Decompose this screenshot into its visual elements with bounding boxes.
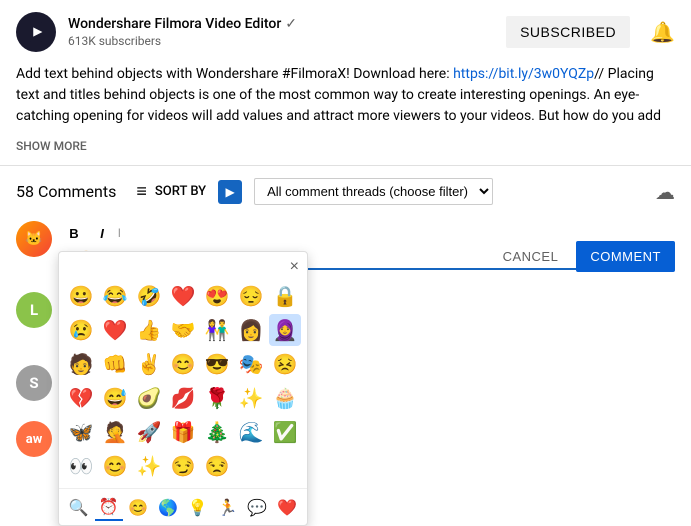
play-sort-icon: ▶ [218,180,242,204]
channel-name: Wondershare Filmora Video Editor ✓ [68,16,494,32]
emoji-item[interactable]: ❤️ [99,314,131,346]
emoji-item[interactable]: 🚀 [133,416,165,448]
emoji-item[interactable]: 🌹 [201,382,233,414]
emoji-item[interactable]: ✨ [235,382,267,414]
emoji-tab-activities[interactable]: 🏃 [214,493,242,521]
description-text-before: Add text behind objects with Wondershare… [16,66,453,82]
emoji-item[interactable]: 🔒 [269,280,301,312]
emoji-tab-search[interactable]: 🔍 [65,493,93,521]
emoji-item[interactable]: 👫 [201,314,233,346]
comment-number: 58 [16,182,34,201]
emoji-item[interactable]: 😊 [167,348,199,380]
channel-logo [16,12,56,52]
emoji-item[interactable]: 😏 [167,450,199,482]
emoji-item[interactable]: 😎 [201,348,233,380]
emoji-tab-smileys[interactable]: 😊 [125,493,153,521]
emoji-tab-symbols[interactable]: 💬 [244,493,272,521]
comment-filter-select[interactable]: All comment threads (choose filter) [254,178,493,205]
emoji-item[interactable]: 😅 [99,382,131,414]
italic-button[interactable]: I [90,221,114,245]
format-separator: | [118,228,120,239]
emoji-item[interactable]: 🧑 [65,348,97,380]
emoji-item[interactable]: 💔 [65,382,97,414]
avatar-image: 🐱 [25,231,42,247]
user-avatar: 🐱 [16,221,52,257]
emoji-item[interactable]: 👀 [65,450,97,482]
cloud-icon[interactable]: ☁ [655,180,675,204]
emoji-item-selected[interactable]: 🧕 [269,314,301,346]
sort-by-label: SORT BY [155,184,206,199]
emoji-tab-nature[interactable]: 🌎 [154,493,182,521]
emoji-item[interactable]: 🎁 [167,416,199,448]
emoji-item[interactable]: 👊 [99,348,131,380]
comment-count: 58 Comments [16,182,116,201]
emoji-picker: × 😀 😂 🤣 ❤️ 😍 😔 🔒 😢 ❤️ 👍 🤝 👫 👩 🧕 🧑 👊 ✌️ 😊… [58,251,308,526]
emoji-item[interactable]: 👩 [235,314,267,346]
emoji-item[interactable]: 💋 [167,382,199,414]
channel-header: Wondershare Filmora Video Editor ✓ 613K … [0,0,691,60]
verified-icon: ✓ [285,16,297,32]
emoji-item[interactable]: 😂 [99,280,131,312]
commenter-avatar-2: S [16,365,52,401]
description-link[interactable]: https://bit.ly/3w0YQZp [453,66,594,82]
comment-label: Comments [38,182,116,201]
emoji-item[interactable]: 😊 [99,450,131,482]
subscribe-button[interactable]: SUBSCRIBED [506,16,630,48]
emoji-item[interactable]: 😔 [235,280,267,312]
emoji-item[interactable]: 🥑 [133,382,165,414]
emoji-picker-close-button[interactable]: × [290,258,299,276]
emoji-item[interactable]: 🎄 [201,416,233,448]
emoji-item[interactable]: 😒 [201,450,233,482]
comment-submit-button[interactable]: COMMENT [576,241,675,272]
emoji-tab-flags[interactable]: ❤️ [273,493,301,521]
emoji-item[interactable]: 👍 [133,314,165,346]
emoji-tab-objects[interactable]: 💡 [184,493,212,521]
emoji-item[interactable]: 😍 [201,280,233,312]
bold-button[interactable]: B [62,221,86,245]
commenter-avatar-1: L [16,292,52,328]
comment-input-area: 🐱 B I | 🖤😊🐝💛 × 😀 😂 🤣 ❤️ 😍 😔 🔒 😢 ❤️ 👍 🤝 � [0,213,691,282]
commenter-avatar-3: aw [16,421,52,457]
emoji-tab-recent[interactable]: ⏰ [95,493,123,521]
notification-bell-icon[interactable]: 🔔 [650,20,675,44]
emoji-item[interactable]: ✨ [133,450,165,482]
emoji-item[interactable]: 🌊 [235,416,267,448]
cancel-button[interactable]: CANCEL [493,243,569,270]
emoji-item[interactable]: ❤️ [167,280,199,312]
video-description: Add text behind objects with Wondershare… [0,60,691,135]
emoji-item[interactable]: 😢 [65,314,97,346]
sort-icon[interactable]: ≡ [136,181,147,202]
emoji-item[interactable]: 😀 [65,280,97,312]
channel-name-text: Wondershare Filmora Video Editor [68,16,281,32]
emoji-item[interactable]: 🤝 [167,314,199,346]
emoji-item[interactable]: 😣 [269,348,301,380]
emoji-item[interactable]: 🦋 [65,416,97,448]
emoji-picker-tabs: 🔍 ⏰ 😊 🌎 💡 🏃 💬 ❤️ [59,488,307,525]
emoji-item[interactable]: ✅ [269,416,301,448]
show-more-button[interactable]: SHOW MORE [0,135,691,165]
emoji-grid: 😀 😂 🤣 ❤️ 😍 😔 🔒 😢 ❤️ 👍 🤝 👫 👩 🧕 🧑 👊 ✌️ 😊 😎… [59,252,307,488]
comments-header: 58 Comments ≡ SORT BY ▶ All comment thre… [0,166,691,213]
channel-subscribers: 613K subscribers [68,34,494,48]
emoji-item[interactable]: 🤦 [99,416,131,448]
emoji-item[interactable]: 🎭 [235,348,267,380]
comment-actions: CANCEL COMMENT [493,241,675,272]
emoji-item[interactable]: 🧁 [269,382,301,414]
emoji-item[interactable]: ✌️ [133,348,165,380]
emoji-item[interactable]: 🤣 [133,280,165,312]
channel-info: Wondershare Filmora Video Editor ✓ 613K … [68,16,494,48]
